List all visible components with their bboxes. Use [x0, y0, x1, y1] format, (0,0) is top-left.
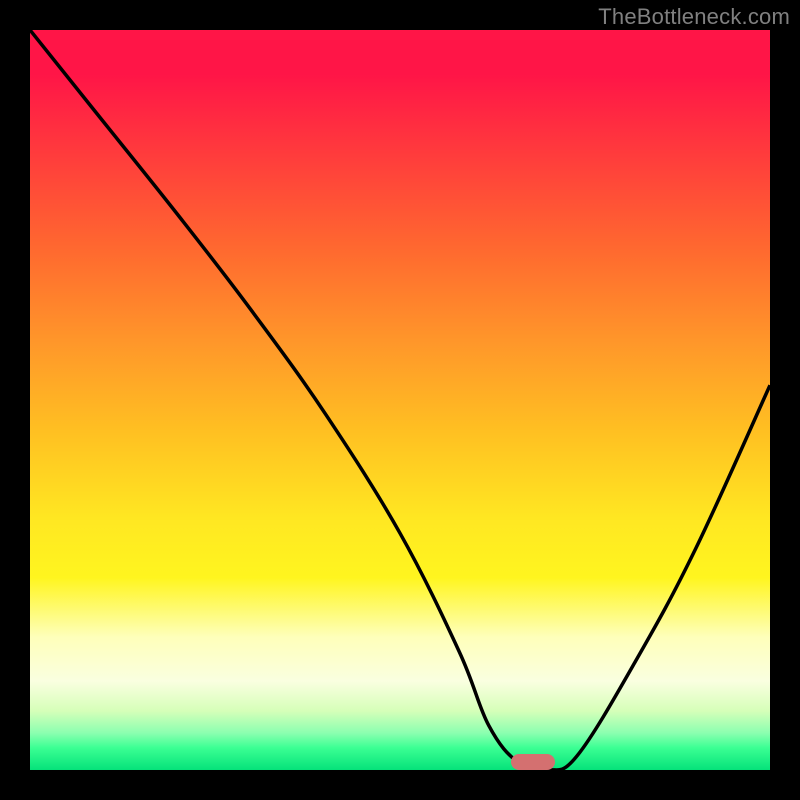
- chart-frame: TheBottleneck.com: [0, 0, 800, 800]
- bottleneck-curve: [30, 30, 770, 770]
- optimum-marker: [511, 754, 555, 770]
- watermark-text: TheBottleneck.com: [598, 4, 790, 30]
- curve-path: [30, 30, 770, 770]
- plot-area: [30, 30, 770, 770]
